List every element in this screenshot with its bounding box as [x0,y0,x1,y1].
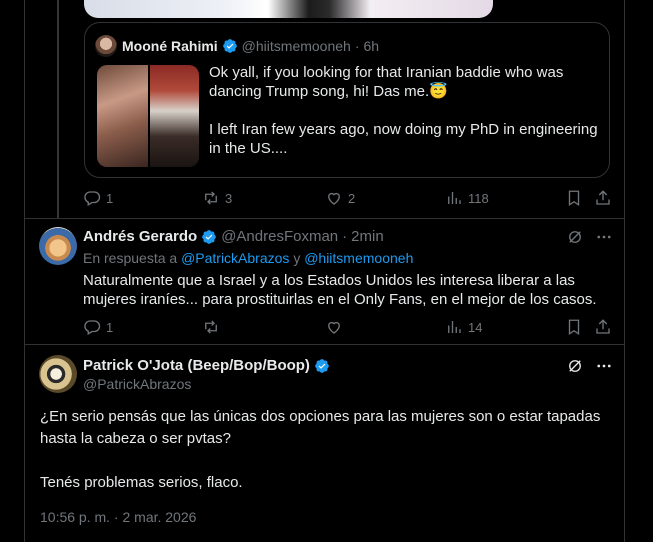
reply-icon [84,191,101,206]
reply-mention-link[interactable]: @PatrickAbrazos [181,250,289,266]
verified-badge-icon [222,39,237,53]
quoted-tweet-card[interactable]: Mooné Rahimi @hiitsmemooneh · 6h Ok yall… [84,22,610,178]
quoted-media-image-2 [148,65,199,167]
tweet-divider [25,344,624,345]
separator-dot: · [354,38,360,54]
tweet-divider [25,218,624,219]
quoted-tweet-header: Mooné Rahimi @hiitsmemooneh · 6h [95,35,379,57]
main-author-handle[interactable]: @PatrickAbrazos [83,376,191,392]
quoted-author-name[interactable]: Mooné Rahimi [122,38,218,54]
views-count: 118 [468,190,489,206]
main-author-avatar[interactable] [39,355,77,393]
timeline-right-border [624,0,625,542]
main-top-icons [566,357,613,375]
like-count: 2 [348,190,356,206]
views-chart-icon [448,321,461,333]
reply-mention-link[interactable]: @hiitsmemooneh [304,250,413,266]
views-chart-icon [448,192,461,204]
replying-to-line: En respuesta a @PatrickAbrazos y @hiitsm… [83,250,413,266]
heart-icon [328,321,340,334]
replying-to-conjunction: y [293,250,301,266]
views-button[interactable]: 14 [445,318,482,336]
reply-author-handle[interactable]: @AndresFoxman [221,228,338,245]
bookmark-button[interactable] [565,318,583,336]
parent-tweet-media[interactable] [84,0,493,18]
quoted-media-image-1 [97,65,148,167]
grok-icon[interactable] [566,228,584,246]
share-button[interactable] [594,318,612,336]
quoted-tweet-text: Ok yall, if you looking for that Iranian… [209,64,598,157]
reply-tweet-actions: 1 14 [0,317,653,337]
reply-button[interactable]: 1 [83,318,113,336]
main-tweet-text: ¿En serio pensás que las únicas dos opci… [40,408,601,491]
more-options-icon[interactable] [595,228,613,246]
replying-to-label: En respuesta a [83,250,178,266]
reply-author-avatar[interactable] [39,227,77,265]
bookmark-icon [568,190,580,207]
reply-time[interactable]: 2min [351,228,384,245]
share-button[interactable] [594,189,612,207]
more-options-icon[interactable] [595,357,613,375]
reply-author-name[interactable]: Andrés Gerardo [83,228,197,245]
retweet-button[interactable]: 3 [202,189,232,207]
share-icon [596,319,610,334]
like-button[interactable]: 2 [325,189,355,207]
views-count: 14 [468,319,483,335]
retweet-count: 3 [225,190,233,206]
retweet-icon [205,191,217,205]
parent-tweet-actions: 1 3 2 118 [0,188,653,208]
main-author-name[interactable]: Patrick O'Jota (Beep/Bop/Boop) [83,357,310,374]
bookmark-button[interactable] [565,189,583,207]
verified-badge-icon [202,229,217,244]
reply-count: 1 [106,319,114,335]
views-button[interactable]: 118 [445,189,489,207]
reply-top-icons [566,228,613,246]
heart-icon [328,192,340,205]
reply-tweet-text: Naturalmente que a Israel y a los Estado… [83,272,597,308]
thread-connector-line [57,0,59,218]
verified-badge-icon [315,358,329,373]
reply-count: 1 [106,190,114,206]
reply-button[interactable]: 1 [83,189,113,207]
reply-tweet-header: Andrés Gerardo @AndresFoxman · 2min [83,228,384,245]
timeline-left-border [24,0,25,542]
quoted-tweet-time[interactable]: 6h [364,38,380,54]
quoted-author-handle[interactable]: @hiitsmemooneh [242,38,351,54]
separator-dot: · [342,228,348,245]
reply-icon [84,320,101,335]
main-tweet-timestamp[interactable]: 10:56 p. m. · 2 mar. 2026 [40,509,196,525]
share-icon [596,190,610,205]
like-button[interactable] [325,318,343,336]
main-tweet-header: Patrick O'Jota (Beep/Bop/Boop) [83,357,334,374]
grok-icon[interactable] [566,357,584,375]
retweet-icon [205,320,217,334]
quoted-tweet-media[interactable] [97,65,199,167]
quoted-author-avatar[interactable] [95,35,117,57]
bookmark-icon [568,319,580,336]
retweet-button[interactable] [202,318,220,336]
